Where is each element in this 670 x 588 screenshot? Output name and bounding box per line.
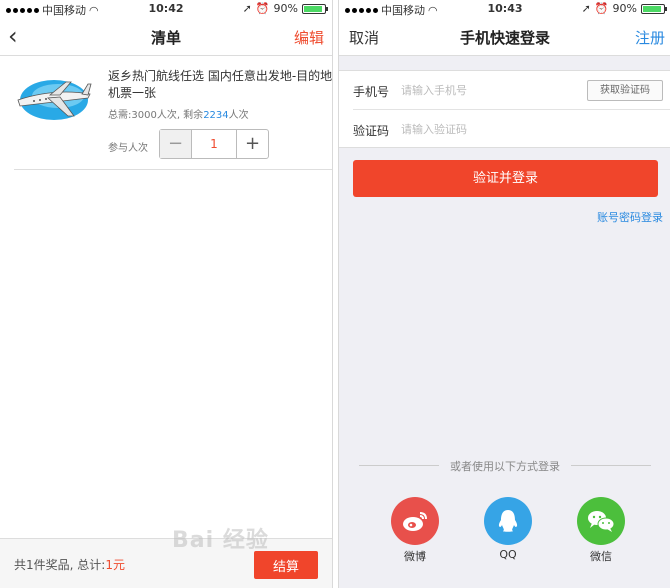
quantity-stepper: − 1 + [159, 129, 269, 159]
code-label: 验证码 [353, 124, 390, 138]
alarm-icon: ⏰ [255, 2, 270, 15]
cart-summary: 共1件奖品, 总计:1元 [14, 556, 125, 573]
verify-login-button[interactable]: 验证并登录 [353, 160, 658, 197]
phone-row: 手机号 获取验证码 [339, 71, 670, 109]
cart-total: 1元 [105, 558, 125, 572]
cart-item: 返乡热门航线任选 国内任意出发地-目的地机票一张 总需:3000人次, 剩余22… [14, 56, 332, 170]
summary-prefix: 共1件奖品, 总计: [14, 558, 106, 572]
alarm-icon: ⏰ [594, 2, 609, 15]
status-right: ➚ ⏰ 90% [242, 2, 328, 15]
wechat-login-button[interactable]: 微信 [571, 497, 631, 564]
battery-icon [302, 3, 328, 14]
weibo-login-button[interactable]: 微博 [385, 497, 445, 564]
airplane-icon[interactable] [14, 70, 94, 126]
alt-login-divider: 或者使用以下方式登录 [359, 458, 651, 473]
battery-percent: 90% [273, 2, 298, 15]
wechat-icon [577, 497, 625, 545]
get-code-button[interactable]: 获取验证码 [587, 80, 663, 101]
status-bar: 中国移动 ◠ 10:43 ➚ ⏰ 90% [339, 0, 670, 18]
page-title: 手机快速登录 [459, 29, 550, 47]
qq-icon [484, 497, 532, 545]
edit-button[interactable]: 编辑 [294, 27, 324, 48]
code-row: 验证码 [353, 109, 670, 147]
remaining-count: 2234 [203, 110, 229, 121]
location-icon: ➚ [242, 2, 252, 15]
battery-icon [641, 3, 667, 14]
login-screen: 中国移动 ◠ 10:43 ➚ ⏰ 90% 取消 手机快速登录 注册 手机号 获取… [338, 0, 670, 588]
wechat-label: 微信 [590, 550, 612, 563]
battery-percent: 90% [612, 2, 637, 15]
qq-label: QQ [499, 548, 517, 561]
checkout-button[interactable]: 结算 [254, 551, 318, 579]
qq-login-button[interactable]: QQ [478, 497, 538, 561]
login-form: 手机号 获取验证码 验证码 [339, 70, 670, 148]
divider-line-right [571, 465, 651, 466]
decrement-button[interactable]: − [160, 130, 192, 158]
status-bar: 中国移动 ◠ 10:42 ➚ ⏰ 90% [0, 0, 332, 18]
weibo-label: 微博 [404, 550, 426, 563]
location-icon: ➚ [581, 2, 591, 15]
need-prefix: 总需:3000人次, 剩余 [108, 110, 204, 121]
join-label: 参与人次 [108, 143, 148, 154]
nav-bar: ‹ 清单 编辑 [0, 18, 332, 56]
increment-button[interactable]: + [236, 130, 268, 158]
password-login-link[interactable]: 账号密码登录 [597, 209, 663, 225]
cart-screen: 中国移动 ◠ 10:42 ➚ ⏰ 90% ‹ 清单 编辑 返乡热门航线任选 国内… [0, 0, 333, 588]
cart-footer: 共1件奖品, 总计:1元 结算 [0, 538, 332, 588]
phone-label: 手机号 [353, 85, 390, 99]
item-name[interactable]: 返乡热门航线任选 国内任意出发地-目的地机票一张 [108, 68, 332, 102]
nav-bar: 取消 手机快速登录 注册 [339, 18, 670, 56]
register-button[interactable]: 注册 [635, 27, 665, 48]
item-need-info: 总需:3000人次, 剩余2234人次 [108, 106, 249, 121]
status-right: ➚ ⏰ 90% [581, 2, 667, 15]
quantity-value[interactable]: 1 [192, 130, 236, 158]
need-suffix: 人次 [228, 110, 249, 121]
code-input[interactable] [401, 118, 571, 140]
weibo-icon [391, 497, 439, 545]
page-title: 清单 [150, 29, 181, 47]
phone-input[interactable] [401, 79, 571, 101]
alt-login-text: 或者使用以下方式登录 [450, 460, 560, 473]
